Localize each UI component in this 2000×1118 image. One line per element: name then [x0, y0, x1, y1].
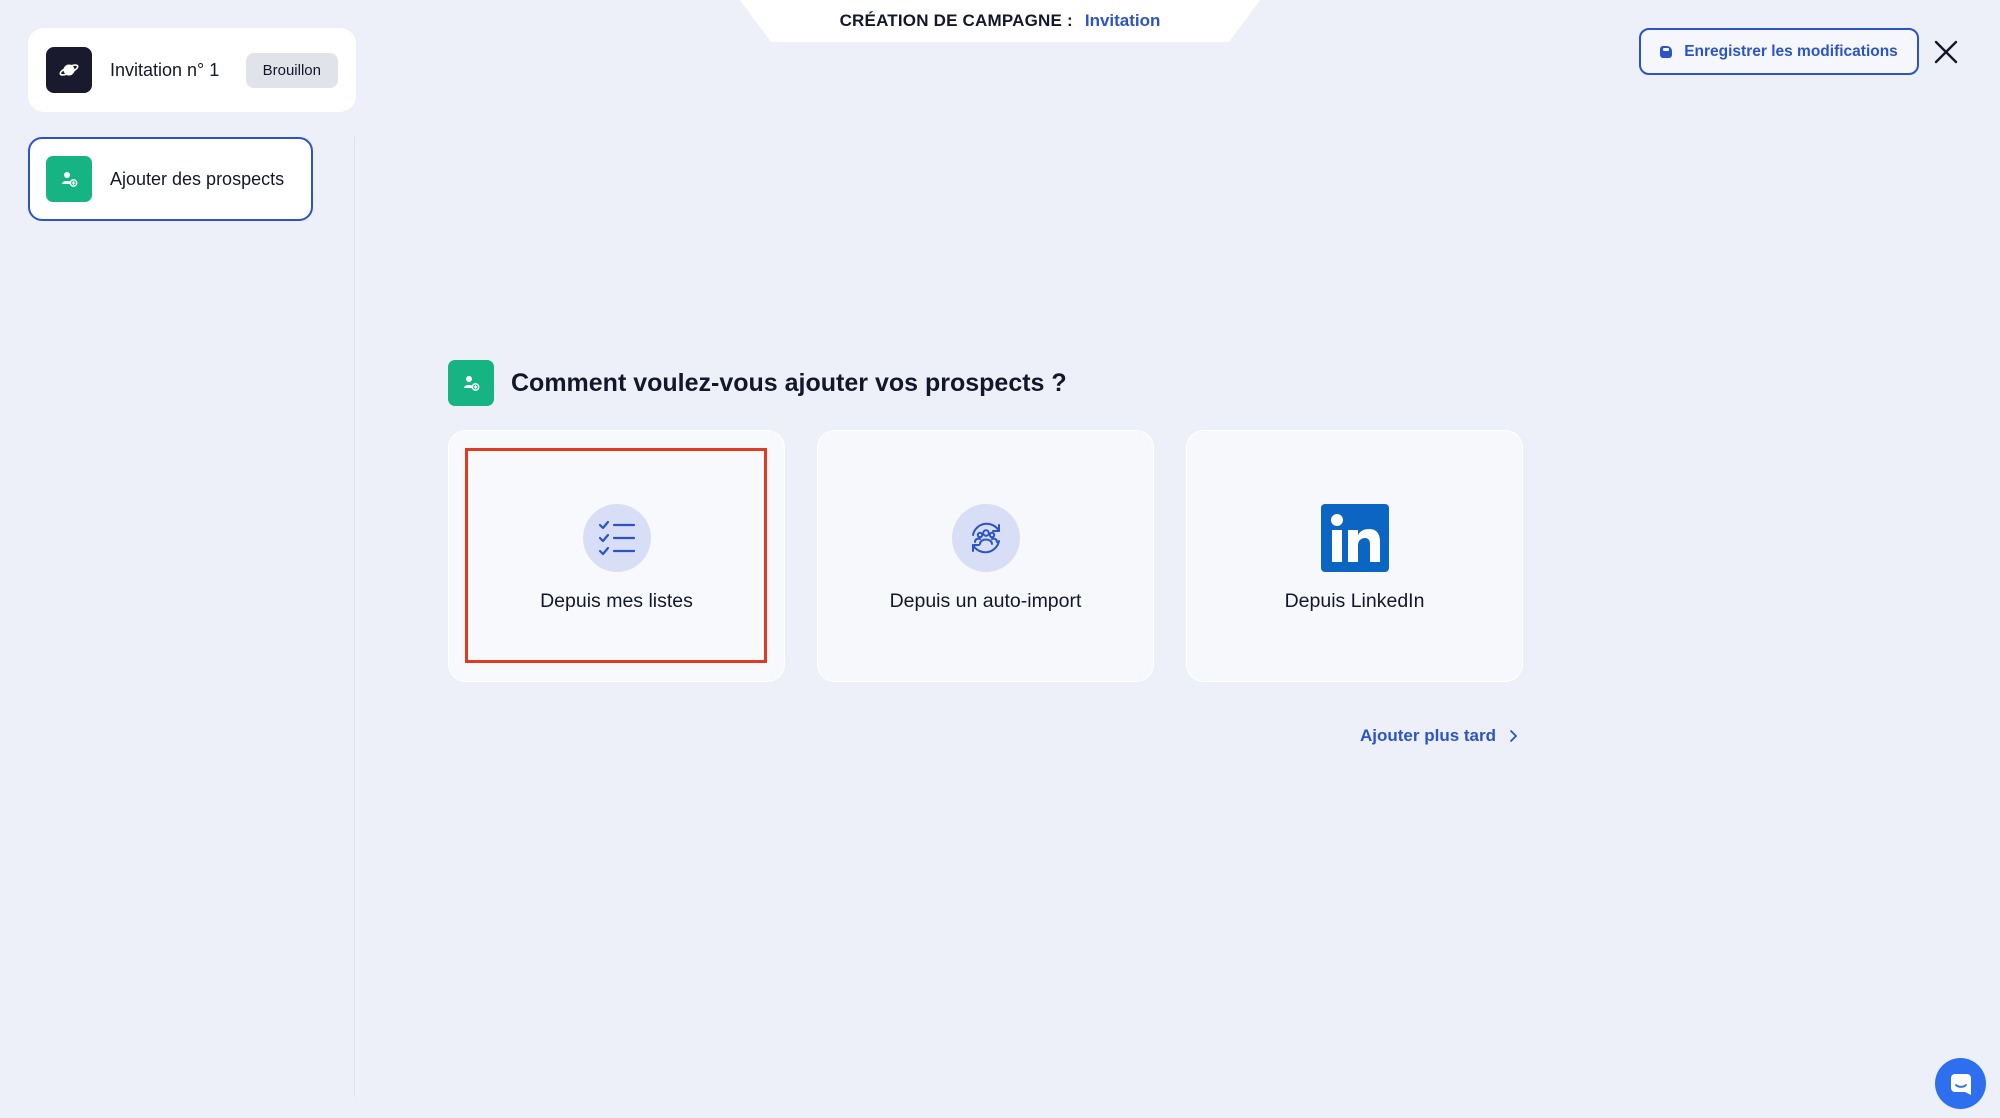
header-prefix: CRÉATION DE CAMPAGNE :	[839, 11, 1073, 30]
save-label: Enregistrer les modifications	[1684, 42, 1898, 60]
campaign-creation-header: CRÉATION DE CAMPAGNE : Invitation	[740, 0, 1260, 42]
question-text: Comment voulez-vous ajouter vos prospect…	[511, 368, 1067, 397]
option-label: Depuis LinkedIn	[1284, 590, 1425, 612]
option-from-lists[interactable]: Depuis mes listes	[448, 430, 785, 682]
status-badge: Brouillon	[245, 52, 338, 88]
add-user-icon	[46, 156, 92, 202]
option-linkedin[interactable]: Depuis LinkedIn	[1186, 430, 1523, 682]
campaign-title: Invitation n° 1	[110, 59, 220, 80]
option-label: Depuis mes listes	[540, 590, 693, 612]
campaign-card: Invitation n° 1 Brouillon	[28, 28, 356, 112]
save-icon	[1660, 45, 1673, 58]
question-heading: Comment voulez-vous ajouter vos prospect…	[448, 360, 1067, 406]
add-user-icon	[448, 360, 494, 406]
option-label: Depuis un auto-import	[889, 590, 1082, 612]
chat-icon[interactable]	[1935, 1058, 1986, 1109]
close-icon[interactable]	[1930, 36, 1962, 68]
step-add-prospects[interactable]: Ajouter des prospects	[28, 137, 313, 221]
chevron-right-icon	[1510, 730, 1517, 742]
save-changes-button[interactable]: Enregistrer les modifications	[1639, 28, 1919, 75]
step-label: Ajouter des prospects	[110, 168, 285, 189]
checklist-icon	[582, 504, 651, 572]
sidebar-divider	[354, 137, 355, 1097]
planet-icon	[46, 47, 92, 93]
option-auto-import[interactable]: Depuis un auto-import	[817, 430, 1154, 682]
add-later-link[interactable]: Ajouter plus tard	[1360, 726, 1518, 746]
linkedin-icon	[1320, 504, 1389, 572]
add-later-label: Ajouter plus tard	[1360, 726, 1497, 745]
auto-import-icon	[951, 504, 1020, 572]
campaign-type: Invitation	[1084, 11, 1161, 30]
